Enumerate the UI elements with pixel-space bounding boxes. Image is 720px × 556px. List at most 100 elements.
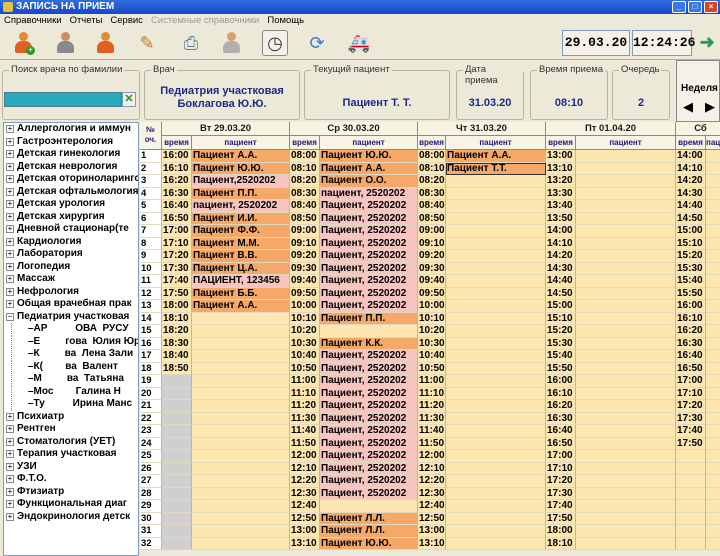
slot-time[interactable]: 17:50	[546, 512, 576, 525]
slot-time[interactable]	[162, 400, 192, 413]
slot-patient[interactable]	[446, 425, 546, 438]
slot-patient[interactable]	[576, 475, 676, 488]
tree-node[interactable]: + Терапия участковая	[4, 448, 138, 461]
slot-patient[interactable]: Пациент А.А.	[446, 150, 546, 163]
slot-patient[interactable]	[706, 525, 720, 538]
slot-patient[interactable]	[576, 300, 676, 313]
slot-time[interactable]: 13:40	[546, 200, 576, 213]
slot-time[interactable]: 15:20	[546, 325, 576, 338]
slot-patient[interactable]	[446, 487, 546, 500]
slot-patient[interactable]: Пациент М.М.	[192, 237, 290, 250]
slot-time[interactable]: 08:10	[418, 162, 446, 175]
slot-time[interactable]: 13:00	[418, 525, 446, 538]
slot-time[interactable]: 10:10	[290, 312, 320, 325]
slot-patient[interactable]	[192, 362, 290, 375]
slot-patient[interactable]	[706, 300, 720, 313]
expand-icon[interactable]: +	[6, 150, 14, 158]
slot-time[interactable]: 14:20	[546, 250, 576, 263]
slot-time[interactable]: 15:20	[676, 250, 706, 263]
slot-patient[interactable]	[576, 262, 676, 275]
slot-patient[interactable]: пациент, 2520202	[192, 200, 290, 213]
slot-time[interactable]: 17:50	[676, 437, 706, 450]
slot-time[interactable]: 13:50	[546, 212, 576, 225]
slot-time[interactable]: 17:30	[162, 262, 192, 275]
slot-patient[interactable]	[192, 537, 290, 550]
slot-time[interactable]: 10:50	[290, 362, 320, 375]
slot-patient[interactable]: Пациент, 2520202	[320, 412, 418, 425]
slot-patient[interactable]	[446, 512, 546, 525]
expand-icon[interactable]: +	[6, 462, 14, 471]
expand-icon[interactable]: +	[6, 262, 14, 271]
slot-time[interactable]: 08:50	[418, 212, 446, 225]
tree-node[interactable]: + Психиатр	[4, 411, 138, 424]
slot-time[interactable]: 17:00	[162, 225, 192, 238]
slot-time[interactable]: 17:40	[546, 500, 576, 513]
slot-patient[interactable]: Пациент, 2520202	[320, 212, 418, 225]
slot-time[interactable]: 14:30	[546, 262, 576, 275]
slot-patient[interactable]	[576, 450, 676, 463]
slot-time[interactable]: 15:50	[676, 287, 706, 300]
slot-time[interactable]: 10:20	[290, 325, 320, 338]
expand-icon[interactable]: +	[6, 162, 14, 171]
slot-patient[interactable]	[706, 475, 720, 488]
expand-icon[interactable]: +	[6, 225, 14, 233]
slot-patient[interactable]	[446, 237, 546, 250]
slot-time[interactable]: 17:40	[162, 275, 192, 288]
slot-time[interactable]: 09:50	[418, 287, 446, 300]
slot-time[interactable]: 17:20	[162, 250, 192, 263]
slot-patient[interactable]	[192, 375, 290, 388]
slot-patient[interactable]: Пациент, 2520202	[320, 262, 418, 275]
slot-time[interactable]: 10:40	[418, 350, 446, 363]
expand-icon[interactable]: +	[6, 200, 14, 208]
slot-time[interactable]: 11:30	[290, 412, 320, 425]
tree-node[interactable]: + Детская неврология	[4, 161, 138, 174]
slot-patient[interactable]	[192, 437, 290, 450]
slot-patient[interactable]	[706, 487, 720, 500]
slot-patient[interactable]	[576, 325, 676, 338]
slot-patient[interactable]	[320, 500, 418, 513]
slot-patient[interactable]	[446, 450, 546, 463]
slot-time[interactable]	[162, 500, 192, 513]
slot-patient[interactable]	[446, 262, 546, 275]
tree-node[interactable]: +Детская оториноларинголо	[4, 173, 138, 186]
expand-icon[interactable]: +	[6, 237, 14, 246]
slot-time[interactable]: 16:40	[676, 350, 706, 363]
slot-patient[interactable]: Пациент, 2520202	[320, 375, 418, 388]
slot-time[interactable]: 15:10	[676, 237, 706, 250]
specialty-tree[interactable]: + Аллергология и иммун + Гастроэнтерология +…	[3, 122, 139, 556]
slot-time[interactable]	[676, 537, 706, 550]
slot-patient[interactable]	[192, 475, 290, 488]
slot-time[interactable]: 11:20	[418, 400, 446, 413]
slot-time[interactable]: 15:00	[546, 300, 576, 313]
slot-patient[interactable]	[706, 287, 720, 300]
slot-time[interactable]: 16:20	[676, 325, 706, 338]
expand-icon[interactable]: +	[6, 500, 14, 508]
slot-time[interactable]: 16:50	[546, 437, 576, 450]
slot-patient[interactable]	[192, 400, 290, 413]
menu-item-1[interactable]: Отчеты	[70, 14, 103, 28]
slot-time[interactable]: 08:20	[418, 175, 446, 188]
ambulance-button[interactable]: 🚑	[346, 30, 372, 56]
slot-time[interactable]: 18:10	[162, 312, 192, 325]
slot-time[interactable]: 16:40	[546, 425, 576, 438]
slot-patient[interactable]	[706, 162, 720, 175]
slot-patient[interactable]	[446, 325, 546, 338]
menu-item-0[interactable]: Справочники	[4, 14, 62, 28]
slot-time[interactable]: 09:50	[290, 287, 320, 300]
tree-doctor-item[interactable]: –Е гова Юлия Юр	[4, 335, 138, 348]
slot-patient[interactable]	[446, 337, 546, 350]
slot-time[interactable]: 10:00	[290, 300, 320, 313]
slot-time[interactable]: 12:20	[290, 475, 320, 488]
slot-time[interactable]: 08:50	[290, 212, 320, 225]
next-week-icon[interactable]: ▶	[705, 99, 715, 115]
slot-time[interactable]: 12:00	[418, 450, 446, 463]
slot-patient[interactable]: Пациент В.В.	[192, 250, 290, 263]
slot-patient[interactable]	[576, 337, 676, 350]
slot-patient[interactable]	[576, 250, 676, 263]
slot-patient[interactable]: Пациент Л.Л.	[320, 512, 418, 525]
expand-icon[interactable]: +	[6, 412, 14, 421]
expand-icon[interactable]: +	[6, 512, 14, 521]
slot-patient[interactable]: Пациент К.К.	[320, 337, 418, 350]
slot-patient[interactable]	[576, 275, 676, 288]
slot-patient[interactable]	[576, 412, 676, 425]
